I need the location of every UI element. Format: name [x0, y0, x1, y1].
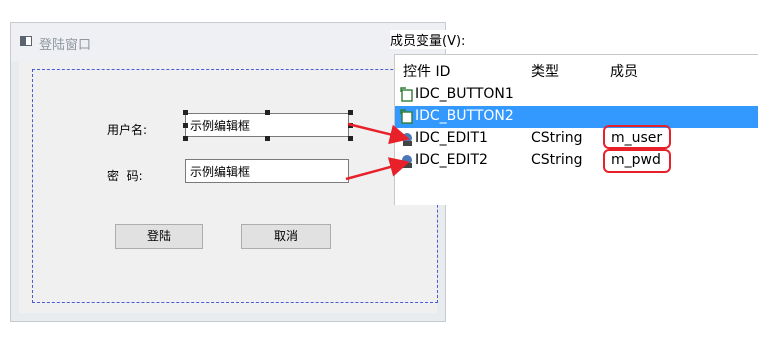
password-edit[interactable]: 示例编辑框	[185, 159, 349, 183]
dialog-window: 登陆窗口 用户名: 示例编辑框 密 码: 示例编辑框 登陆 取消	[10, 22, 446, 322]
member-list[interactable]: 控件 ID 类型 成员 IDC_BUTTON1 IDC_BUTTON2 IDC_…	[394, 54, 758, 205]
resize-handle[interactable]	[265, 110, 270, 115]
panel-title: 成员变量(V):	[390, 30, 470, 49]
highlight-box-m-user	[603, 125, 671, 149]
password-label: 密 码:	[107, 169, 143, 183]
list-row[interactable]: IDC_EDIT2 CString m_pwd	[395, 150, 758, 172]
button-icon	[400, 87, 413, 102]
list-row[interactable]: IDC_EDIT1 CString m_user	[395, 128, 758, 150]
edit-control-icon	[402, 133, 412, 146]
column-member[interactable]: 成员	[610, 61, 638, 81]
button-icon	[400, 109, 413, 124]
resize-handle[interactable]	[183, 136, 188, 141]
dialog-guide-border	[32, 69, 438, 303]
window-icon	[20, 36, 32, 46]
row-control-id: IDC_BUTTON1	[415, 86, 514, 102]
member-variables-panel: 成员变量(V): 控件 ID 类型 成员 IDC_BUTTON1 IDC_BUT…	[390, 30, 758, 205]
row-control-id: IDC_EDIT2	[415, 152, 488, 168]
column-type[interactable]: 类型	[531, 61, 559, 81]
resize-handle[interactable]	[183, 110, 188, 115]
row-type: CString	[531, 152, 583, 168]
row-control-id: IDC_EDIT1	[415, 130, 488, 146]
resize-handle[interactable]	[265, 136, 270, 141]
row-control-id: IDC_BUTTON2	[415, 108, 514, 124]
login-button[interactable]: 登陆	[115, 224, 203, 249]
resize-handle[interactable]	[183, 123, 188, 128]
dialog-titlebar: 登陆窗口	[11, 23, 445, 61]
highlight-box-m-pwd	[603, 149, 671, 173]
edit-control-icon	[402, 155, 412, 168]
list-row[interactable]: IDC_BUTTON1	[395, 84, 758, 106]
resize-handle[interactable]	[348, 136, 353, 141]
resize-handle[interactable]	[348, 110, 353, 115]
cancel-button[interactable]: 取消	[241, 224, 331, 249]
column-control-id[interactable]: 控件 ID	[403, 61, 450, 81]
username-edit[interactable]: 示例编辑框	[185, 113, 349, 137]
username-label: 用户名:	[107, 123, 148, 137]
dialog-title: 登陆窗口	[39, 38, 92, 53]
list-row-selected[interactable]: IDC_BUTTON2	[395, 106, 758, 128]
resize-handle[interactable]	[348, 123, 353, 128]
row-type: CString	[531, 130, 583, 146]
